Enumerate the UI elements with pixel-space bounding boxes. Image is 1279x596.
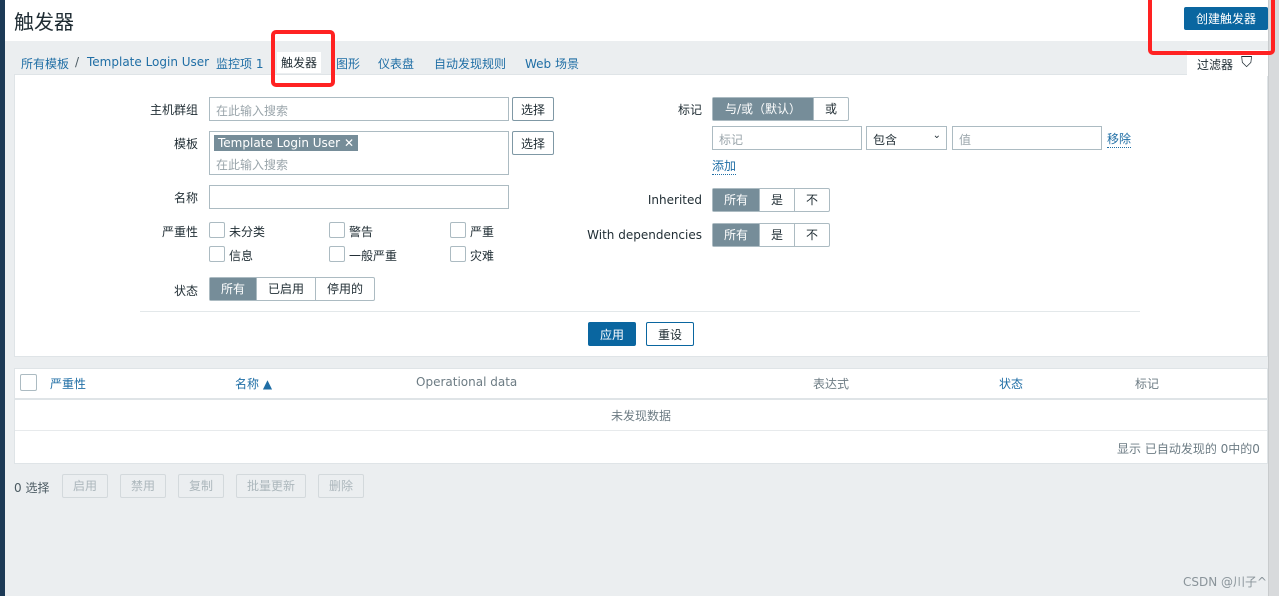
tag-value-input[interactable]: 值 — [952, 126, 1102, 150]
template-multiselect[interactable]: Template Login User ✕ 在此输入搜索 — [209, 131, 509, 175]
status-all[interactable]: 所有 — [210, 278, 257, 300]
tab-graphs[interactable]: 图形 — [336, 55, 360, 72]
tag-logic-segmented: 与/或（默认）或 — [712, 97, 850, 121]
page-header — [5, 0, 1268, 41]
tag-operator-select[interactable]: 包含 ⌄ — [866, 126, 947, 150]
annotation-box-triggers-tab — [271, 30, 335, 87]
column-name[interactable]: 名称 ▲ — [235, 375, 272, 392]
template-select-button[interactable]: 选择 — [512, 131, 555, 155]
severity-checkbox-disaster[interactable] — [450, 246, 466, 262]
column-tags: 标记 — [1135, 377, 1160, 391]
severity-label-high: 严重 — [470, 225, 495, 239]
severity-label: 严重性 — [161, 225, 198, 239]
scrollbar[interactable] — [1268, 0, 1279, 596]
host-groups-select-button[interactable]: 选择 — [512, 97, 555, 121]
template-search-placeholder: 在此输入搜索 — [216, 158, 289, 172]
severity-label-warning: 警告 — [349, 225, 374, 239]
tags-label: 标记 — [677, 103, 702, 117]
reset-button[interactable]: 重设 — [646, 322, 695, 346]
inherited-label: Inherited — [647, 193, 702, 207]
breadcrumb-all-templates[interactable]: 所有模板 — [21, 55, 69, 72]
left-sidebar-edge — [0, 0, 5, 596]
table-header-divider — [15, 398, 1267, 400]
severity-label-information: 信息 — [229, 249, 254, 263]
status-disabled[interactable]: 停用的 — [315, 278, 374, 300]
column-status[interactable]: 状态 — [999, 375, 1023, 392]
copy-button[interactable]: 复制 — [178, 474, 225, 498]
filter-divider — [140, 311, 1140, 312]
empty-message: 未发现数据 — [611, 409, 672, 423]
name-label: 名称 — [173, 191, 198, 205]
breadcrumb-template[interactable]: Template Login User — [87, 55, 209, 69]
enable-button[interactable]: 启用 — [62, 474, 109, 498]
annotation-box-create-button — [1148, 0, 1275, 55]
column-severity[interactable]: 严重性 — [50, 375, 86, 392]
tag-logic-or[interactable]: 或 — [813, 98, 848, 120]
severity-checkbox-high[interactable] — [450, 222, 466, 238]
dependencies-no[interactable]: 不 — [794, 224, 829, 246]
inherited-segmented: 所有是不 — [712, 188, 831, 212]
severity-label-not-classified: 未分类 — [229, 225, 266, 239]
add-tag-link[interactable]: 添加 — [712, 157, 737, 175]
tag-logic-and-or[interactable]: 与/或（默认） — [713, 98, 814, 120]
host-groups-label: 主机群组 — [149, 103, 198, 117]
select-all-checkbox[interactable] — [20, 374, 37, 391]
status-enabled[interactable]: 已启用 — [256, 278, 315, 300]
with-dependencies-label: With dependencies — [587, 228, 702, 242]
delete-button[interactable]: 删除 — [318, 474, 365, 498]
inherited-all[interactable]: 所有 — [713, 189, 760, 211]
breadcrumb-separator: / — [75, 55, 80, 69]
disable-button[interactable]: 禁用 — [120, 474, 167, 498]
with-dependencies-segmented: 所有是不 — [712, 223, 831, 247]
apply-button[interactable]: 应用 — [588, 322, 637, 346]
tab-items[interactable]: 监控项 1 — [216, 55, 263, 72]
page-title: 触发器 — [14, 10, 74, 34]
watermark: CSDN @川子^ — [1183, 575, 1268, 589]
tab-web-scenarios[interactable]: Web 场景 — [525, 55, 579, 72]
tab-discovery-rules[interactable]: 自动发现规则 — [434, 55, 506, 72]
dependencies-yes[interactable]: 是 — [759, 224, 794, 246]
column-operational-data: Operational data — [416, 375, 518, 389]
table-row-divider — [15, 430, 1267, 431]
severity-checkbox-not-classified[interactable] — [209, 222, 225, 238]
tab-dashboards[interactable]: 仪表盘 — [378, 55, 414, 72]
template-chip: Template Login User ✕ — [214, 135, 358, 151]
column-expression: 表达式 — [813, 377, 850, 391]
tag-operator-value: 包含 — [873, 133, 898, 147]
dependencies-all[interactable]: 所有 — [713, 224, 760, 246]
tag-name-input[interactable]: 标记 — [712, 126, 862, 150]
status-label: 状态 — [173, 284, 198, 298]
remove-chip-icon[interactable]: ✕ — [344, 136, 354, 150]
severity-label-disaster: 灾难 — [470, 249, 495, 263]
name-input[interactable] — [209, 185, 509, 209]
selected-count: 0 选择 — [14, 481, 50, 495]
inherited-yes[interactable]: 是 — [759, 189, 794, 211]
severity-checkbox-average[interactable] — [329, 246, 345, 262]
paging-summary: 显示 已自动发现的 0中的0 — [1117, 442, 1260, 456]
severity-checkbox-warning[interactable] — [329, 222, 345, 238]
status-segmented: 所有 已启用 停用的 — [209, 277, 376, 301]
template-label: 模板 — [173, 137, 198, 151]
remove-tag-link[interactable]: 移除 — [1107, 130, 1132, 148]
mass-update-button[interactable]: 批量更新 — [236, 474, 307, 498]
inherited-no[interactable]: 不 — [794, 189, 829, 211]
severity-label-average: 一般严重 — [349, 249, 398, 263]
filter-tab-label: 过滤器 — [1197, 58, 1234, 72]
severity-checkbox-information[interactable] — [209, 246, 225, 262]
chevron-down-icon: ⌄ — [932, 130, 941, 141]
funnel-icon: ⛉ — [1241, 53, 1253, 71]
template-chip-label: Template Login User — [218, 136, 341, 150]
host-groups-input[interactable]: 在此输入搜索 — [209, 97, 509, 121]
